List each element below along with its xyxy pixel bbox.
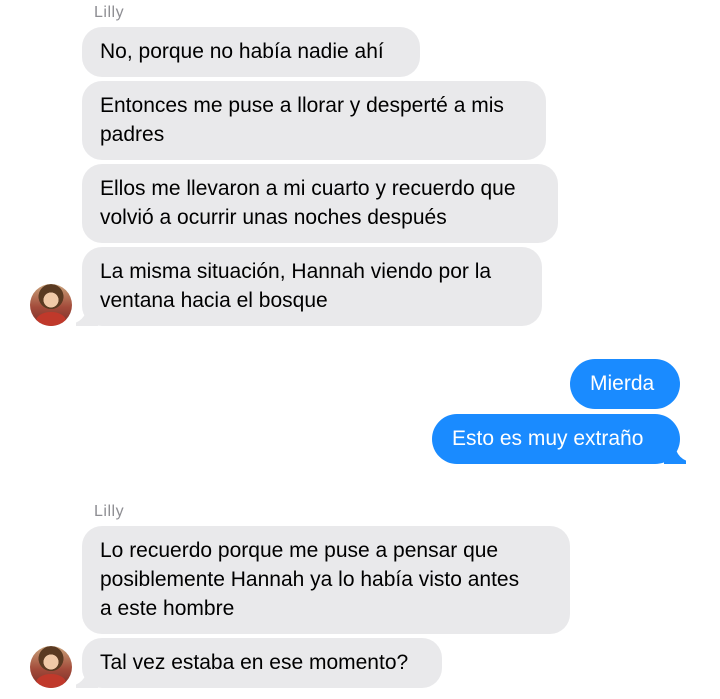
incoming-message[interactable]: La misma situación, Hannah viendo por la… xyxy=(82,247,542,326)
outgoing-message[interactable]: Mierda xyxy=(570,359,680,409)
contact-avatar[interactable] xyxy=(30,284,72,326)
incoming-message[interactable]: Entonces me puse a llorar y desperté a m… xyxy=(82,81,546,160)
incoming-message[interactable]: Tal vez estaba en ese momento? xyxy=(82,638,442,688)
sender-name: Lilly xyxy=(94,503,125,520)
incoming-message[interactable]: Lo recuerdo porque me puse a pensar que … xyxy=(82,526,570,634)
sender-name: Lilly xyxy=(94,4,125,21)
incoming-message[interactable]: Ellos me llevaron a mi cuarto y recuerdo… xyxy=(82,164,558,243)
incoming-message[interactable]: No, porque no había nadie ahí xyxy=(82,27,420,77)
contact-avatar[interactable] xyxy=(30,646,72,688)
outgoing-message[interactable]: Esto es muy extraño xyxy=(432,414,680,464)
